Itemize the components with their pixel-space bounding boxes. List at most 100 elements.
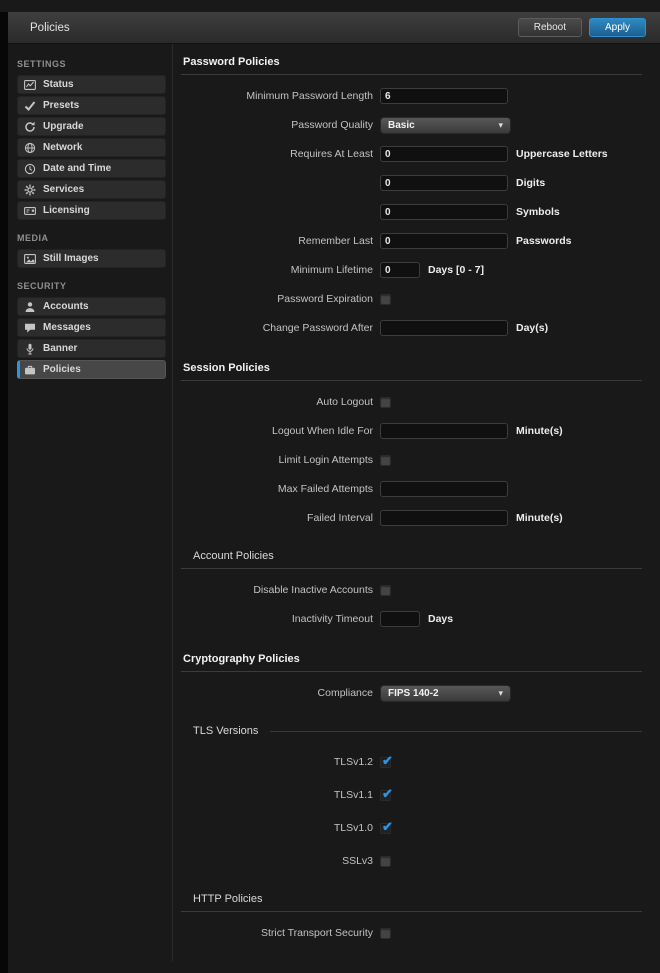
row-disable-inactive-accounts: Disable Inactive Accounts (181, 582, 642, 598)
check-icon (24, 100, 36, 112)
sidebar-item-label: Policies (43, 364, 81, 375)
tlsv1-2-checkbox[interactable] (380, 757, 391, 768)
microphone-icon (24, 343, 36, 355)
field-label: Password Quality (181, 119, 373, 131)
user-icon (24, 301, 36, 313)
sidebar-section-media-label: MEDIA (17, 233, 172, 243)
password-expiration-checkbox[interactable] (380, 294, 391, 305)
selected-option: Basic (388, 120, 415, 131)
row-minimum-password-length: Minimum Password Length (181, 88, 642, 104)
sidebar-item-licensing[interactable]: Licensing (17, 201, 166, 220)
compliance-select[interactable]: FIPS 140-2 ▾ (380, 685, 511, 702)
sidebar-item-services[interactable]: Services (17, 180, 166, 199)
chart-icon (24, 79, 36, 91)
field-suffix: Digits (516, 177, 545, 189)
field-suffix: Symbols (516, 206, 560, 218)
row-tlsv1-2: TLSv1.2 (181, 754, 642, 770)
symbols-input[interactable] (380, 204, 508, 220)
row-sslv3: SSLv3 (181, 853, 642, 869)
strict-transport-security-checkbox[interactable] (380, 928, 391, 939)
row-max-failed-attempts: Max Failed Attempts (181, 481, 642, 497)
field-label: TLSv1.2 (181, 756, 373, 768)
auto-logout-checkbox[interactable] (380, 397, 391, 408)
tls-versions-label: TLS Versions (193, 725, 258, 737)
field-suffix: Day(s) (516, 322, 548, 334)
password-quality-select[interactable]: Basic ▾ (380, 117, 511, 134)
sidebar-item-network[interactable]: Network (17, 138, 166, 157)
field-label: Max Failed Attempts (181, 483, 373, 495)
field-label: Disable Inactive Accounts (181, 584, 373, 596)
sidebar-item-label: Licensing (43, 205, 90, 216)
sidebar-item-label: Date and Time (43, 163, 111, 174)
row-password-expiration: Password Expiration (181, 291, 642, 307)
sidebar-item-still-images[interactable]: Still Images (17, 249, 166, 268)
sidebar-item-presets[interactable]: Presets (17, 96, 166, 115)
disable-inactive-accounts-checkbox[interactable] (380, 585, 391, 596)
failed-interval-input[interactable] (380, 510, 508, 526)
sidebar: SETTINGS Status Presets Upgrade Network … (8, 44, 172, 961)
sidebar-item-policies[interactable]: Policies (17, 360, 166, 379)
row-auto-logout: Auto Logout (181, 394, 642, 410)
sidebar-item-label: Network (43, 142, 82, 153)
tlsv1-1-checkbox[interactable] (380, 790, 391, 801)
sidebar-item-label: Upgrade (43, 121, 84, 132)
chevron-down-icon: ▾ (498, 689, 503, 698)
sidebar-item-label: Accounts (43, 301, 89, 312)
sidebar-item-label: Banner (43, 343, 77, 354)
row-remember-last: Remember Last Passwords (181, 233, 642, 249)
reboot-button[interactable]: Reboot (518, 18, 582, 37)
digits-input[interactable] (380, 175, 508, 191)
sidebar-item-label: Still Images (43, 253, 99, 264)
max-failed-attempts-input[interactable] (380, 481, 508, 497)
change-password-after-input[interactable] (380, 320, 508, 336)
row-change-password-after: Change Password After Day(s) (181, 320, 642, 336)
remember-last-input[interactable] (380, 233, 508, 249)
uppercase-letters-input[interactable] (380, 146, 508, 162)
sidebar-item-accounts[interactable]: Accounts (17, 297, 166, 316)
inactivity-timeout-input[interactable] (380, 611, 420, 627)
field-label: Requires At Least (181, 148, 373, 160)
field-label: Change Password After (181, 322, 373, 334)
main-content: Password Policies Minimum Password Lengt… (172, 44, 660, 961)
section-title-cryptography-policies: Cryptography Policies (183, 653, 642, 665)
field-label: Remember Last (181, 235, 373, 247)
row-strict-transport-security: Strict Transport Security (181, 925, 642, 941)
field-label: Minimum Password Length (181, 90, 373, 102)
sidebar-item-messages[interactable]: Messages (17, 318, 166, 337)
divider (181, 380, 642, 381)
sidebar-item-upgrade[interactable]: Upgrade (17, 117, 166, 136)
license-card-icon (24, 205, 36, 217)
logout-when-idle-input[interactable] (380, 423, 508, 439)
field-suffix: Passwords (516, 235, 571, 247)
sidebar-section-security-label: SECURITY (17, 281, 172, 291)
tlsv1-0-checkbox[interactable] (380, 823, 391, 834)
sidebar-item-label: Presets (43, 100, 79, 111)
gear-icon (24, 184, 36, 196)
sslv3-checkbox[interactable] (380, 856, 391, 867)
subsection-title-account-policies: Account Policies (193, 550, 642, 562)
field-label: Minimum Lifetime (181, 264, 373, 276)
sidebar-item-date-and-time[interactable]: Date and Time (17, 159, 166, 178)
minimum-lifetime-input[interactable] (380, 262, 420, 278)
field-label: Compliance (181, 687, 373, 699)
sidebar-item-banner[interactable]: Banner (17, 339, 166, 358)
row-requires-symbols: Symbols (181, 204, 642, 220)
apply-button[interactable]: Apply (589, 18, 646, 37)
limit-login-attempts-checkbox[interactable] (380, 455, 391, 466)
row-requires-digits: Digits (181, 175, 642, 191)
field-suffix: Minute(s) (516, 512, 563, 524)
field-label: SSLv3 (181, 855, 373, 867)
content-area: SETTINGS Status Presets Upgrade Network … (8, 44, 660, 961)
field-label: Logout When Idle For (181, 425, 373, 437)
divider (270, 731, 642, 732)
app-window: Policies Reboot Apply SETTINGS Status Pr… (8, 12, 660, 961)
field-suffix: Days [0 - 7] (428, 264, 484, 276)
field-suffix: Days (428, 613, 453, 625)
minimum-password-length-input[interactable] (380, 88, 508, 104)
top-bar-actions: Reboot Apply (518, 18, 646, 37)
field-label: Strict Transport Security (181, 927, 373, 939)
sidebar-item-status[interactable]: Status (17, 75, 166, 94)
divider (181, 74, 642, 75)
field-label: Password Expiration (181, 293, 373, 305)
row-failed-interval: Failed Interval Minute(s) (181, 510, 642, 526)
